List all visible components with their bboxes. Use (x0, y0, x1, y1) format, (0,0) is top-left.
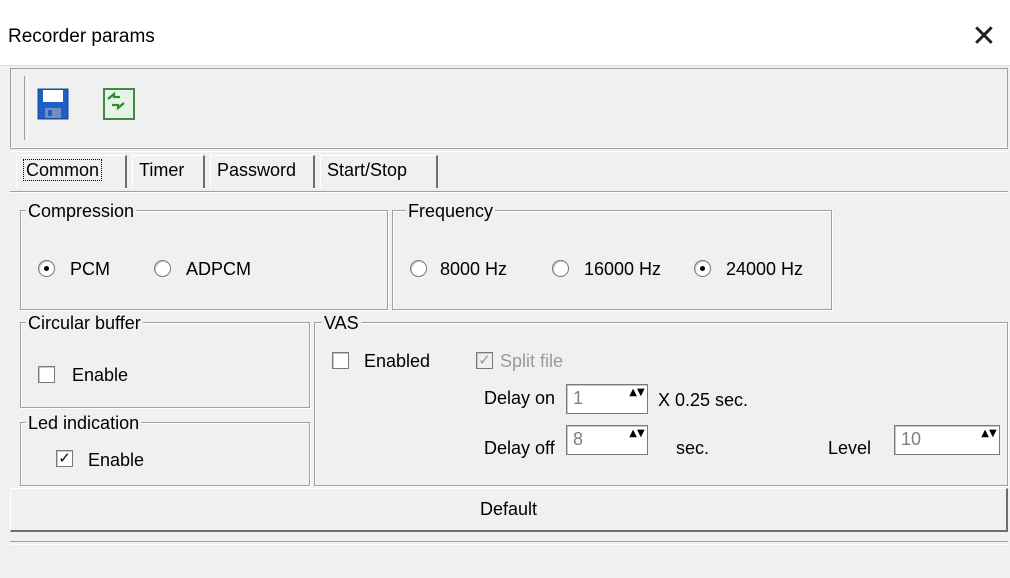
floppy-save-icon (37, 88, 69, 120)
level-label: Level (828, 438, 872, 458)
circular-buffer-enable-label: Enable (72, 365, 129, 385)
checkmark-icon: ✓ (478, 351, 491, 369)
tab-timer[interactable]: Timer (132, 155, 205, 188)
adpcm-label: ADPCM (186, 259, 252, 279)
toolbar-separator (10, 148, 1008, 152)
level-value: 10 (901, 429, 922, 449)
spin-arrows-icon[interactable]: ▲▼ (629, 387, 645, 411)
freq-24000-radio[interactable] (694, 260, 711, 277)
delay-on-label: Delay on (484, 388, 556, 408)
freq-8000-radio[interactable] (410, 260, 427, 277)
frequency-group-label: Frequency (406, 201, 496, 221)
vas-enabled-label: Enabled (364, 351, 431, 371)
delay-off-unit: sec. (676, 438, 710, 458)
led-indication-group-label: Led indication (26, 413, 142, 433)
refresh-button[interactable] (103, 88, 135, 120)
freq-16000-label: 16000 Hz (584, 259, 662, 279)
tab-common[interactable]: Common (16, 155, 127, 188)
circular-buffer-group-label: Circular buffer (26, 313, 143, 333)
tab-password[interactable]: Password (210, 155, 315, 188)
pcm-label: PCM (70, 259, 110, 279)
delay-on-unit: X 0.25 sec. (658, 390, 749, 410)
freq-24000-label: 24000 Hz (726, 259, 804, 279)
pcm-radio[interactable] (38, 260, 55, 277)
toolbar-grip-handle[interactable] (24, 76, 28, 140)
delay-on-spinner[interactable]: 1 ▲▼ (566, 384, 648, 414)
circular-buffer-enable-checkbox[interactable] (38, 366, 55, 383)
checkmark-icon: ✓ (58, 449, 71, 467)
vas-group-label: VAS (322, 313, 361, 333)
delay-off-label: Delay off (484, 438, 555, 458)
led-indication-enable-label: Enable (88, 450, 145, 470)
split-file-label: Split file (500, 351, 564, 371)
close-button[interactable]: ✕ (960, 14, 1008, 58)
split-file-checkbox[interactable]: ✓ (476, 352, 493, 369)
vas-enabled-checkbox[interactable] (332, 352, 349, 369)
window-title: Recorder params (8, 26, 155, 47)
spin-arrows-icon[interactable]: ▲▼ (981, 428, 997, 452)
compression-group-label: Compression (26, 201, 137, 221)
status-bar (10, 546, 1008, 576)
adpcm-radio[interactable] (154, 260, 171, 277)
save-button[interactable] (37, 88, 69, 120)
default-button[interactable]: Default (10, 488, 1008, 532)
tab-strip-line (10, 191, 1008, 193)
tab-start-stop[interactable]: Start/Stop (320, 155, 438, 188)
status-separator (10, 541, 1008, 545)
spin-arrows-icon[interactable]: ▲▼ (629, 428, 645, 452)
led-indication-enable-checkbox[interactable]: ✓ (56, 450, 73, 467)
freq-8000-label: 8000 Hz (440, 259, 508, 279)
level-spinner[interactable]: 10 ▲▼ (894, 425, 1000, 455)
freq-16000-radio[interactable] (552, 260, 569, 277)
toolbar (10, 68, 1008, 148)
close-icon: ✕ (971, 18, 997, 54)
refresh-arrows-icon (107, 91, 125, 111)
delay-off-spinner[interactable]: 8 ▲▼ (566, 425, 648, 455)
circular-buffer-group (20, 322, 310, 408)
delay-on-value: 1 (573, 388, 584, 408)
delay-off-value: 8 (573, 429, 584, 449)
